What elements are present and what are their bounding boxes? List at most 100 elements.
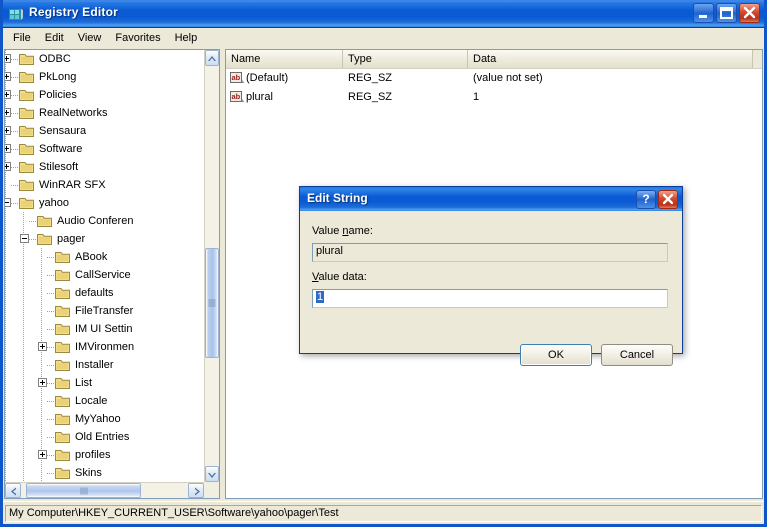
tree-toggle-plus-icon[interactable] [5, 144, 11, 153]
tree-vertical-scrollbar[interactable] [204, 50, 219, 482]
tree-toggle-minus-icon[interactable] [20, 234, 29, 243]
tree-node[interactable]: profiles [5, 446, 204, 464]
scroll-up-button[interactable] [205, 50, 219, 66]
maximize-button[interactable] [716, 3, 737, 23]
tree-toggle-plus-icon[interactable] [38, 450, 47, 459]
cell-data: (value not set) [473, 72, 543, 84]
folder-closed-icon [55, 250, 71, 264]
dialog-title: Edit String [307, 191, 368, 205]
table-row[interactable]: ab (Default) REG_SZ (value not set) [226, 69, 762, 88]
tree-node[interactable]: Stilesoft [5, 158, 204, 176]
folder-closed-icon [55, 376, 71, 390]
help-button[interactable]: ? [636, 190, 656, 209]
menu-help[interactable]: Help [168, 30, 205, 47]
tree-toggle-plus-icon[interactable] [38, 342, 47, 351]
folder-closed-icon [19, 70, 35, 84]
tree-node-label: WinRAR SFX [39, 179, 106, 191]
tree-toggle-plus-icon[interactable] [5, 108, 11, 117]
tree-toggle-plus-icon[interactable] [5, 126, 11, 135]
tree-node[interactable]: pager [5, 230, 204, 248]
tree-toggle-plus-icon[interactable] [5, 162, 11, 171]
menu-view[interactable]: View [71, 30, 109, 47]
menu-file[interactable]: File [6, 30, 38, 47]
column-header-type[interactable]: Type [343, 50, 468, 68]
tree-node[interactable]: Locale [5, 392, 204, 410]
tree-node[interactable]: Software [5, 140, 204, 158]
registry-values-list[interactable]: ab (Default) REG_SZ (value not set) ab plural… [226, 69, 762, 107]
tree-toggle-plus-icon[interactable] [5, 90, 11, 99]
tree-node[interactable]: Sensaura [5, 122, 204, 140]
tree-guide-line [23, 212, 24, 230]
tree-horizontal-scroll-thumb[interactable] [26, 483, 141, 498]
folder-closed-icon [55, 286, 71, 300]
tree-node[interactable]: ABook [5, 248, 204, 266]
tree-node[interactable]: WinRAR SFX [5, 176, 204, 194]
tree-node-label: defaults [75, 287, 114, 299]
registry-tree[interactable]: ODBC PkLong Policies RealNetworks Sensaura So… [5, 50, 204, 482]
svg-text:ab: ab [232, 92, 241, 101]
folder-closed-icon [55, 448, 71, 462]
minimize-button[interactable] [693, 3, 714, 23]
ok-button[interactable]: OK [520, 344, 592, 366]
tree-node-label: Audio Conferen [57, 215, 134, 227]
tree-node[interactable]: ODBC [5, 50, 204, 68]
tree-guide-line [5, 176, 6, 194]
tree-node[interactable]: Old Entries [5, 428, 204, 446]
tree-toggle-plus-icon[interactable] [5, 72, 11, 81]
tree-node-label: Skins [75, 467, 102, 479]
tree-node[interactable]: yahoo [5, 194, 204, 212]
value-name-field: plural [312, 243, 668, 262]
tree-node-label: ABook [75, 251, 108, 263]
tree-node[interactable]: Audio Conferen [5, 212, 204, 230]
close-button[interactable] [739, 3, 760, 23]
tree-node-label: yahoo [39, 197, 69, 209]
folder-closed-icon [55, 430, 71, 444]
menu-favorites[interactable]: Favorites [108, 30, 167, 47]
tree-node[interactable]: IM UI Settin [5, 320, 204, 338]
scroll-down-button[interactable] [205, 466, 219, 482]
tree-toggle-minus-icon[interactable] [5, 198, 11, 207]
edit-string-dialog: Edit String ? Value name: plural Value d… [299, 186, 683, 366]
cancel-button[interactable]: Cancel [601, 344, 673, 366]
tree-node[interactable]: CallService [5, 266, 204, 284]
tree-toggle-plus-icon[interactable] [5, 54, 11, 63]
tree-node[interactable]: FileTransfer [5, 302, 204, 320]
value-data-field[interactable]: 1 [312, 289, 668, 308]
tree-horizontal-scrollbar[interactable] [5, 482, 204, 498]
tree-guide-line [5, 428, 6, 446]
tree-node[interactable]: MyYahoo [5, 410, 204, 428]
tree-node[interactable]: RealNetworks [5, 104, 204, 122]
tree-guide-line [23, 338, 24, 356]
folder-closed-icon [55, 358, 71, 372]
column-header-name[interactable]: Name [226, 50, 343, 68]
tree-node-label: Sensaura [39, 125, 87, 137]
folder-closed-icon [19, 178, 35, 192]
tree-node[interactable]: IMVironmen [5, 338, 204, 356]
tree-guide-line [41, 392, 42, 410]
tree-node[interactable]: Policies [5, 86, 204, 104]
value-data-selected-text: 1 [316, 291, 325, 303]
tree-node[interactable]: defaults [5, 284, 204, 302]
tree-node-label: IM UI Settin [75, 323, 133, 335]
column-header-data[interactable]: Data [468, 50, 753, 68]
tree-guide-line [23, 446, 24, 464]
scroll-left-button[interactable] [5, 483, 21, 498]
tree-node[interactable]: Installer [5, 356, 204, 374]
tree-node[interactable]: Skins [5, 464, 204, 482]
folder-closed-icon [55, 412, 71, 426]
tree-toggle-plus-icon[interactable] [38, 378, 47, 387]
tree-node[interactable]: PkLong [5, 68, 204, 86]
tree-node[interactable]: List [5, 374, 204, 392]
tree-guide-line [41, 302, 42, 320]
table-row[interactable]: ab plural REG_SZ 1 [226, 88, 762, 107]
registry-tree-pane: ODBC PkLong Policies RealNetworks Sensaura So… [4, 49, 220, 499]
tree-node-label: Software [39, 143, 83, 155]
scroll-right-button[interactable] [188, 483, 204, 498]
tree-guide-line [11, 185, 19, 186]
tree-guide-line [11, 95, 19, 96]
folder-closed-icon [19, 142, 35, 156]
tree-vertical-scroll-thumb[interactable] [205, 248, 219, 358]
menu-edit[interactable]: Edit [38, 30, 71, 47]
tree-guide-line [5, 464, 6, 482]
dialog-close-button[interactable] [658, 190, 678, 209]
